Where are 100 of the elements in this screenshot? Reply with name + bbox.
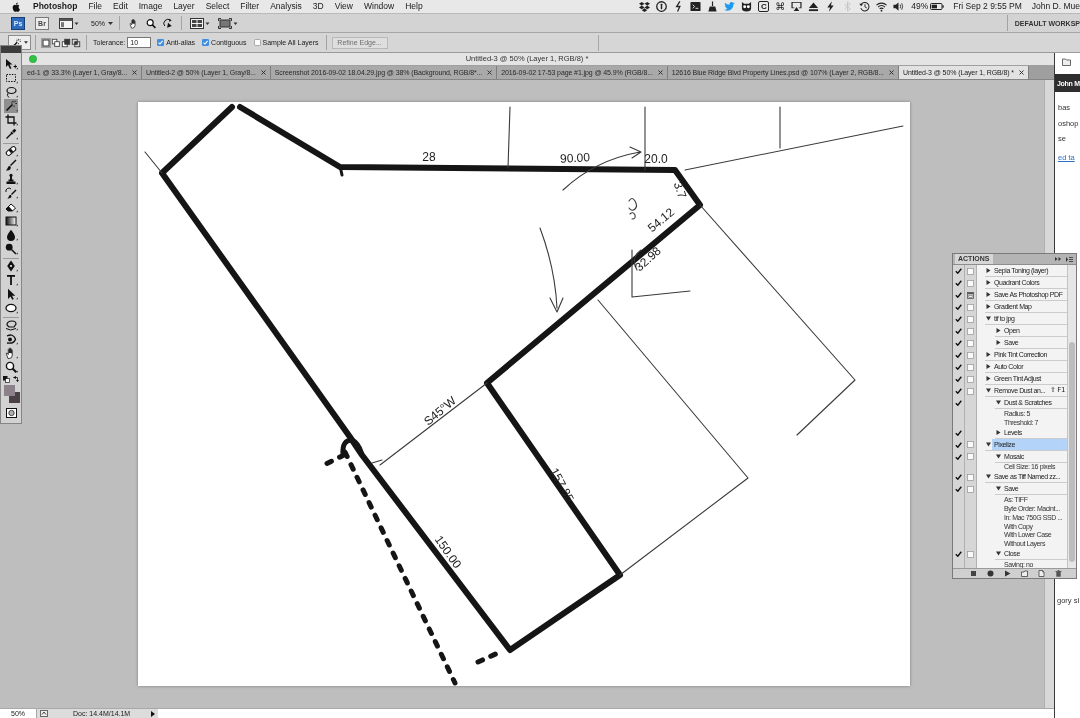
- keyhole-circle-icon[interactable]: [656, 1, 668, 12]
- broom-icon[interactable]: [707, 1, 719, 12]
- disclosure-triangle-icon[interactable]: [986, 304, 991, 309]
- four-diamonds-icon[interactable]: [639, 1, 651, 12]
- display-arrow-icon[interactable]: [791, 1, 803, 12]
- owl-face-icon[interactable]: [741, 1, 753, 12]
- history-brush-icon[interactable]: [4, 186, 18, 200]
- eyedropper-icon[interactable]: [4, 127, 18, 141]
- intersect-selection-icon[interactable]: [71, 37, 81, 48]
- menu-item[interactable]: Layer: [173, 2, 195, 11]
- dialog-toggle-icon[interactable]: [967, 550, 974, 558]
- checkmark-icon[interactable]: [955, 474, 962, 481]
- checkmark-icon[interactable]: [955, 316, 962, 322]
- checkmark-icon[interactable]: [955, 328, 962, 334]
- menu-item[interactable]: File: [88, 2, 103, 11]
- eject-icon[interactable]: [808, 1, 820, 12]
- record-icon[interactable]: [987, 570, 994, 577]
- clock-arrow-icon[interactable]: [859, 1, 871, 12]
- type-tool-icon[interactable]: [4, 273, 18, 287]
- disclosure-triangle-icon[interactable]: [996, 486, 1001, 492]
- dashed-rectangle-icon[interactable]: [4, 71, 18, 85]
- speaker-icon[interactable]: [893, 1, 905, 12]
- disclosure-triangle-icon[interactable]: [986, 388, 991, 393]
- water-drop-icon[interactable]: [4, 228, 18, 242]
- zoom-icon[interactable]: [4, 360, 18, 374]
- popup-arrow-icon[interactable]: [151, 710, 155, 717]
- disclosure-triangle-icon[interactable]: [996, 551, 1001, 557]
- checkmark-icon[interactable]: [955, 376, 962, 382]
- ellipse-icon[interactable]: [4, 301, 18, 315]
- disclosure-triangle-icon[interactable]: [986, 364, 991, 369]
- info-square-icon[interactable]: [40, 710, 48, 717]
- panel-grip[interactable]: [1, 46, 21, 53]
- battery-icon[interactable]: [930, 3, 945, 10]
- checkmark-icon[interactable]: [955, 429, 962, 436]
- move-arrow-icon[interactable]: [4, 57, 18, 71]
- dialog-toggle-icon[interactable]: [967, 375, 974, 383]
- menu-item[interactable]: 3D: [312, 2, 324, 11]
- panel-menu-icon[interactable]: [1066, 257, 1073, 262]
- caret-icon[interactable]: [108, 21, 113, 25]
- stamp-icon[interactable]: [4, 172, 18, 186]
- menu-item[interactable]: Select: [205, 2, 230, 11]
- checkmark-icon[interactable]: [955, 388, 962, 394]
- dialog-toggle-icon[interactable]: [967, 453, 974, 461]
- checkbox[interactable]: [253, 39, 261, 46]
- scrollbar-thumb[interactable]: [1069, 342, 1075, 562]
- apple-logo-icon[interactable]: [12, 1, 20, 12]
- rotate-view-icon[interactable]: [163, 17, 173, 29]
- magic-wand-icon[interactable]: [4, 99, 18, 113]
- checkmark-icon[interactable]: [955, 441, 962, 448]
- disclosure-triangle-icon[interactable]: [996, 400, 1001, 405]
- wifi-icon[interactable]: [876, 1, 888, 12]
- close-icon[interactable]: [487, 70, 493, 75]
- dialog-toggle-icon[interactable]: [967, 387, 974, 395]
- dialog-toggle-icon[interactable]: [967, 339, 974, 347]
- stop-icon[interactable]: [970, 570, 977, 577]
- disclosure-triangle-icon[interactable]: [986, 292, 991, 297]
- disclosure-triangle-icon[interactable]: [986, 441, 991, 447]
- menu-item[interactable]: View: [334, 2, 353, 11]
- lasso-icon[interactable]: [4, 85, 18, 99]
- hand-icon[interactable]: [4, 346, 18, 360]
- new-set-icon[interactable]: [1021, 570, 1028, 577]
- bandage-icon[interactable]: [4, 144, 18, 158]
- menu-item[interactable]: Help: [405, 2, 423, 11]
- disclosure-triangle-icon[interactable]: [986, 474, 991, 480]
- checkmark-icon[interactable]: [955, 268, 962, 274]
- folder-icon[interactable]: [1062, 58, 1071, 66]
- zoom-icon[interactable]: [146, 17, 156, 29]
- layout-menu-icon[interactable]: [59, 17, 79, 29]
- menu-item[interactable]: Analysis: [270, 2, 302, 11]
- screen-mode-icon[interactable]: [218, 17, 238, 29]
- checkmark-icon[interactable]: [955, 486, 962, 493]
- dialog-toggle-icon[interactable]: [967, 363, 974, 371]
- dialog-toggle-icon[interactable]: [967, 473, 974, 481]
- close-icon[interactable]: [657, 70, 663, 75]
- checkmark-icon[interactable]: [955, 364, 962, 370]
- dialog-toggle-icon[interactable]: [967, 485, 974, 493]
- close-icon[interactable]: [888, 70, 894, 75]
- trash-icon[interactable]: [1055, 570, 1062, 577]
- dialog-toggle-icon[interactable]: [967, 351, 974, 359]
- checkmark-icon[interactable]: [955, 304, 962, 310]
- disclosure-triangle-icon[interactable]: [986, 376, 991, 381]
- play-icon[interactable]: [1004, 570, 1011, 577]
- disclosure-triangle-icon[interactable]: [996, 429, 1001, 435]
- disclosure-triangle-icon[interactable]: [996, 340, 1001, 345]
- checkmark-icon[interactable]: [955, 551, 962, 558]
- app-menu[interactable]: Photoshop: [33, 2, 78, 11]
- disclosure-triangle-icon[interactable]: [986, 316, 991, 321]
- menu-item[interactable]: Window: [363, 2, 395, 11]
- checkmark-icon[interactable]: [955, 292, 962, 298]
- swap-arrows-icon[interactable]: [13, 376, 19, 382]
- close-icon[interactable]: [1018, 70, 1024, 75]
- checkmark-icon[interactable]: [955, 340, 962, 346]
- hand-icon[interactable]: [129, 17, 139, 29]
- menu-extra-letter[interactable]: C: [758, 1, 770, 12]
- checkmark-icon[interactable]: [955, 453, 962, 460]
- menu-clock[interactable]: Fri Sep 2 9:55 PM: [953, 2, 1022, 11]
- close-icon[interactable]: [132, 70, 137, 75]
- menu-item[interactable]: Filter: [240, 2, 260, 11]
- terminal-icon[interactable]: [690, 1, 702, 12]
- disclosure-triangle-icon[interactable]: [986, 268, 991, 273]
